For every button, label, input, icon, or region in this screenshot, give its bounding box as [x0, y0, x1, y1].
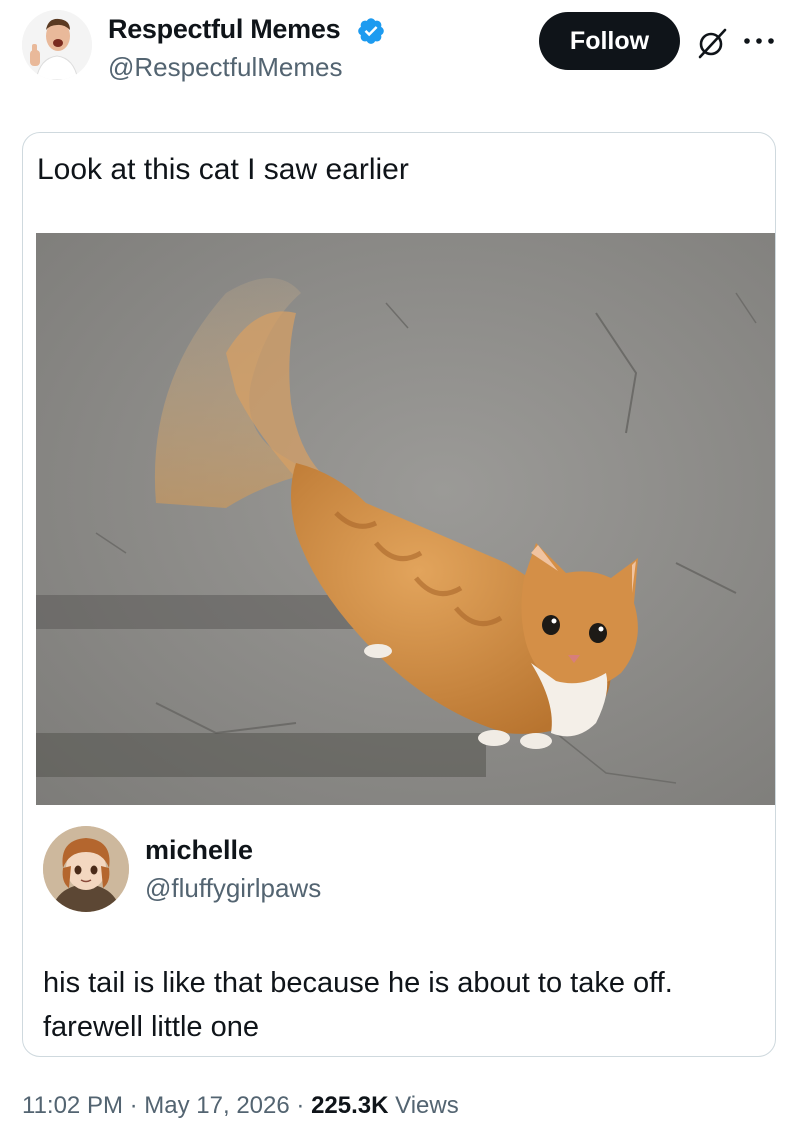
- reply-avatar[interactable]: [43, 826, 129, 912]
- reply-handle[interactable]: @fluffygirlpaws: [145, 873, 321, 904]
- quoted-post-card[interactable]: Look at this cat I saw earlier michelle …: [22, 132, 776, 1057]
- meta-separator: ·: [129, 1092, 138, 1119]
- reply-text-line-2: farewell little one: [43, 1011, 259, 1043]
- views-label[interactable]: Views: [395, 1092, 459, 1119]
- reply-display-name[interactable]: michelle: [145, 835, 253, 866]
- reply-text: his tail is like that because he is abou…: [43, 961, 763, 1049]
- avatar-image: [22, 10, 92, 80]
- post-meta: 11:02 PM · May 17, 2026 · 225.3K Views: [22, 1092, 459, 1120]
- reply-avatar-image: [43, 826, 129, 912]
- account-handle[interactable]: @RespectfulMemes: [108, 52, 342, 83]
- profile-avatar[interactable]: [22, 10, 92, 80]
- more-dots-icon[interactable]: [742, 34, 776, 48]
- verified-badge-icon: [358, 18, 384, 44]
- cat-photo[interactable]: [36, 233, 775, 805]
- follow-button[interactable]: Follow: [539, 12, 680, 70]
- post-time[interactable]: 11:02 PM: [22, 1092, 123, 1119]
- grok-slash-icon[interactable]: [694, 25, 730, 61]
- post-date[interactable]: May 17, 2026: [144, 1092, 289, 1119]
- post-text: Look at this cat I saw earlier: [37, 153, 409, 186]
- meta-separator: ·: [296, 1092, 305, 1119]
- views-count[interactable]: 225.3K: [311, 1092, 388, 1119]
- display-name[interactable]: Respectful Memes: [108, 14, 341, 45]
- reply-text-line-1: his tail is like that because he is abou…: [43, 967, 673, 999]
